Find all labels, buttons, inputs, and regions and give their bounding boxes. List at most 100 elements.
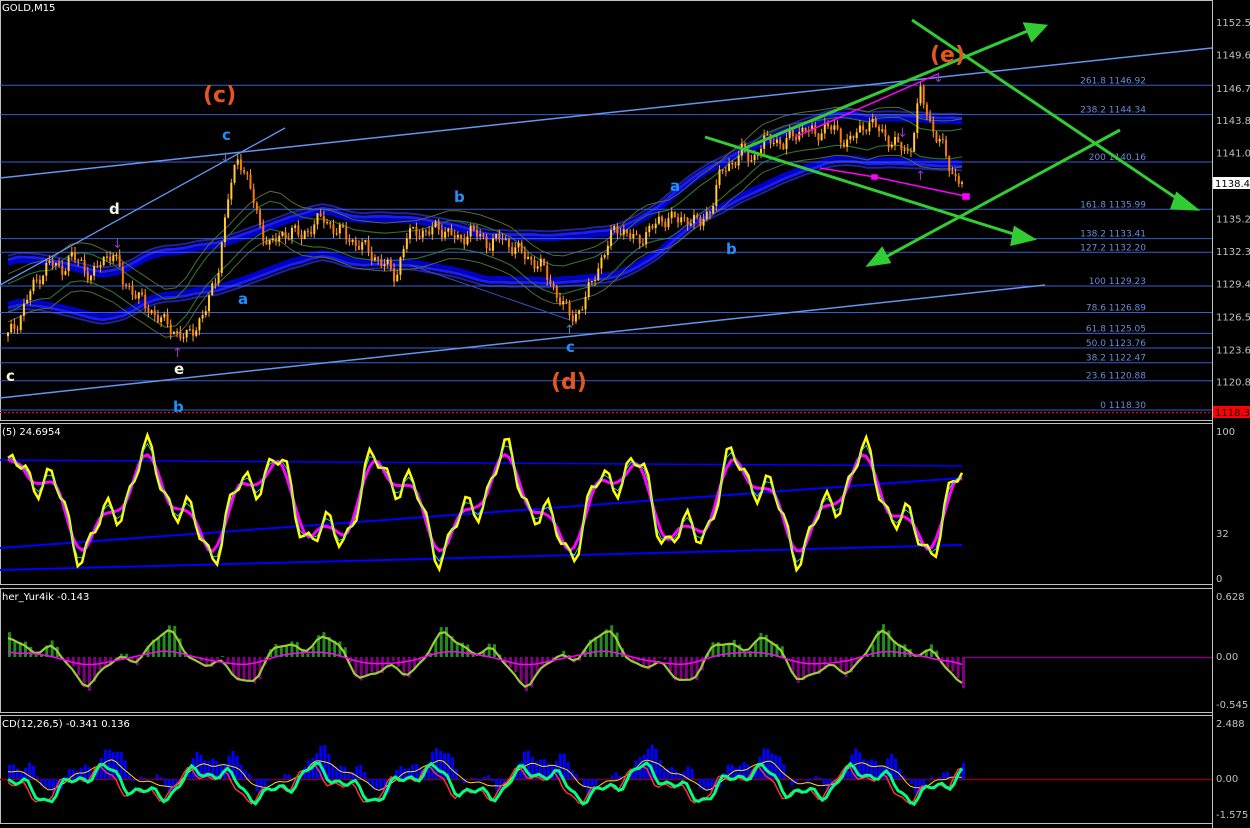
osc-bar-neg — [519, 657, 523, 683]
candle-body — [466, 236, 469, 245]
macd-hist-bar — [131, 779, 135, 782]
macd-axis-max: 2.488 — [1216, 719, 1245, 730]
candle-body — [530, 256, 533, 260]
macd-hist-bar — [962, 762, 965, 779]
candle-body — [785, 138, 788, 150]
chart-canvas[interactable]: 261.8 1146.92238.2 1144.34200 1140.16161… — [0, 0, 1250, 828]
stoch-label: (5) 24.6954 — [2, 427, 61, 438]
candle-body — [855, 132, 858, 139]
osc-bar-neg — [77, 657, 81, 676]
candle-body — [373, 257, 376, 261]
candle-body — [830, 126, 833, 130]
wave-label-b-3: b — [726, 240, 737, 258]
candle-body — [83, 259, 86, 272]
triangle-end-marker — [962, 193, 970, 200]
wave-label-c-major: (c) — [203, 83, 236, 108]
candle-body — [581, 309, 584, 311]
candle-body — [635, 234, 638, 236]
candle-body — [718, 169, 721, 185]
macd-hist-bar — [339, 765, 343, 779]
candle-body — [287, 238, 290, 240]
stoch-band-lower — [0, 544, 963, 571]
candle-body — [590, 281, 593, 283]
candle-body — [801, 127, 804, 132]
fib-label: 138.2 1133.41 — [1080, 230, 1146, 240]
candle-body — [409, 228, 412, 239]
osc-bar-neg — [690, 657, 694, 681]
candle-body — [243, 170, 246, 173]
candle-body — [268, 240, 271, 245]
candle-body — [386, 259, 389, 265]
marker-c-low-arrow: ↑ — [564, 323, 575, 338]
osc-bar-pos — [732, 639, 736, 657]
candle-body — [874, 118, 877, 127]
candle-body — [115, 254, 118, 256]
candle-body — [147, 307, 150, 313]
macd-axis: 2.488 0.00 -1.575 — [1216, 719, 1248, 821]
candle-body — [689, 223, 692, 226]
candle-body — [93, 266, 96, 276]
wave-d-line — [409, 264, 571, 321]
candle-body — [418, 235, 421, 238]
candle-body — [578, 310, 581, 315]
macd-hist-bar — [930, 776, 934, 779]
stoch-axis-mid: 32 — [1216, 529, 1229, 540]
candle-body — [562, 301, 565, 305]
price-axis-label: 1123.65 — [1216, 345, 1250, 356]
stochastic-plot — [0, 431, 964, 574]
candle-body — [903, 149, 906, 151]
candle-body — [597, 268, 600, 281]
candle-body — [316, 213, 319, 225]
candle-body — [734, 163, 737, 166]
candle-body — [527, 256, 530, 259]
marker-e-arrow: ↓ — [933, 71, 944, 86]
candle-body — [469, 225, 472, 237]
candle-body — [185, 329, 188, 338]
osc-axis-min: -0.545 — [1216, 700, 1248, 711]
macd-hist-bar — [251, 779, 255, 781]
macd-hist-bar — [934, 778, 938, 779]
candle-body — [546, 265, 549, 281]
marker-down-arrow-1: ↑ — [172, 346, 183, 361]
candle-body — [463, 238, 466, 245]
bottom-price-tag: 1118.30 — [1215, 408, 1250, 419]
candle-body — [651, 225, 654, 229]
candle-body — [782, 144, 785, 150]
candle-body — [909, 150, 912, 152]
candle-body — [70, 252, 73, 257]
candle-body — [29, 291, 32, 300]
candle-body — [440, 229, 443, 238]
oscillator-plot — [7, 624, 1212, 692]
candle-body — [80, 259, 83, 261]
candle-body — [945, 139, 948, 156]
arrow-head-top — [1022, 22, 1049, 43]
candle-body — [415, 227, 418, 236]
candle-body — [677, 217, 680, 223]
price-axis-label: 1146.70 — [1216, 84, 1250, 95]
candle-body — [102, 256, 105, 266]
macd-label: CD(12,26,5) -0.341 0.136 — [2, 719, 130, 730]
fib-label: 238.2 1144.34 — [1080, 106, 1146, 116]
fib-label: 50.0 1123.76 — [1086, 339, 1146, 349]
candle-body — [638, 235, 641, 244]
fib-label: 61.8 1125.05 — [1086, 324, 1146, 334]
candle-body — [788, 130, 791, 139]
candle-body — [201, 315, 204, 319]
price-axis-label: 1149.65 — [1216, 50, 1250, 61]
candle-body — [188, 329, 191, 331]
osc-bar-pos — [487, 643, 491, 657]
candle-body — [533, 259, 536, 269]
marker-triangle-arrow: ↓ — [897, 126, 908, 141]
candle-body — [571, 315, 574, 322]
candle-body — [447, 228, 450, 232]
candle-body — [961, 182, 963, 184]
macd-plot — [0, 744, 1212, 807]
fib-label: 23.6 1120.88 — [1086, 372, 1146, 382]
candle-body — [370, 252, 373, 261]
triangle-marker — [871, 174, 878, 180]
osc-bar-pos — [711, 642, 715, 657]
macd-hist-bar — [486, 775, 490, 779]
candle-body — [262, 225, 265, 241]
macd-hist-bar — [343, 767, 347, 779]
candle-body — [766, 134, 769, 136]
